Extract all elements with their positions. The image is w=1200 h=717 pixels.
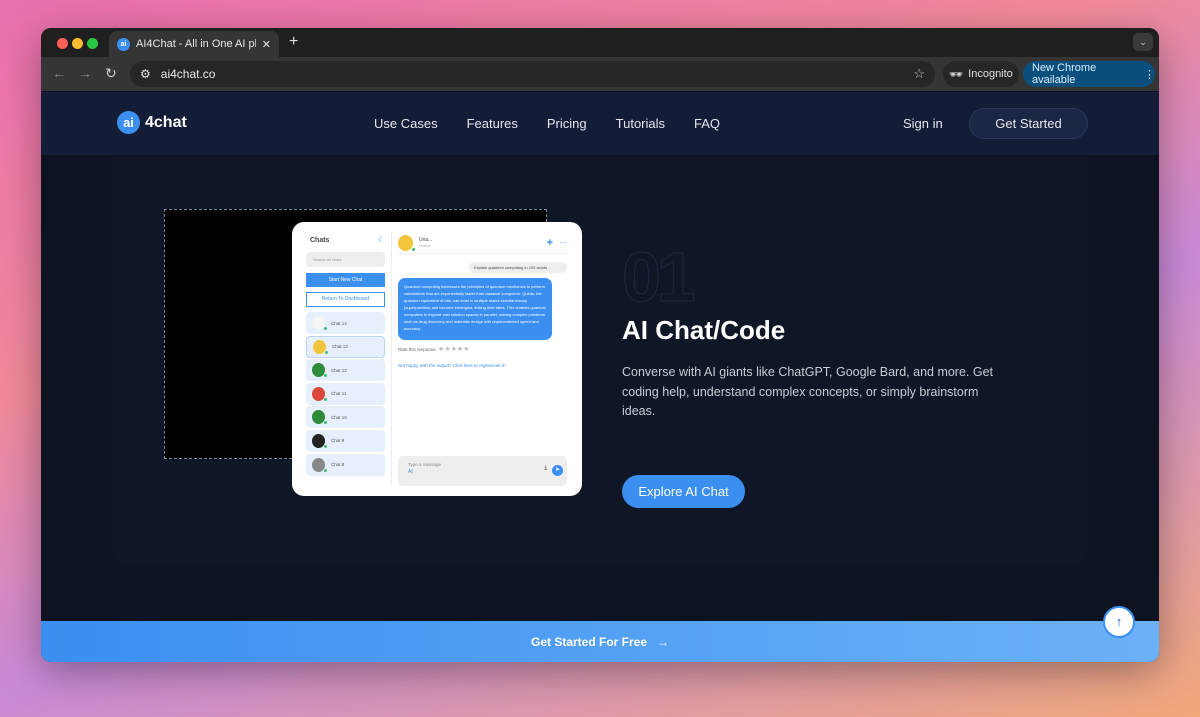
incognito-label: Incognito: [968, 68, 1013, 80]
forward-button[interactable]: →: [78, 65, 92, 81]
chat-label: Chat 11: [331, 391, 347, 397]
chat-label: Chat 14: [331, 320, 347, 326]
star-rating-icons: ★★★★★: [438, 346, 470, 353]
chat-label: Chat 13: [332, 344, 348, 350]
mockup-message-input: Type a message AI ⤓ ➤: [398, 456, 567, 486]
nav-features[interactable]: Features: [467, 116, 518, 131]
mockup-bot-message: Quantum computing harnesses the principl…: [398, 278, 552, 340]
mockup-chat-item: Chat 12: [306, 359, 385, 382]
new-tab-button[interactable]: +: [289, 33, 298, 51]
more-menu-icon[interactable]: ⋮: [1144, 68, 1155, 81]
tab-bar: ai AI4Chat - All in One AI platform ✕ + …: [41, 28, 1159, 57]
logo[interactable]: ai 4chat: [117, 111, 187, 134]
feature-section: Chats ☾ Search all chats Start New Chat …: [41, 155, 1159, 621]
mockup-chat-item: Chat 8: [306, 453, 385, 476]
get-started-free-label: Get Started For Free: [530, 634, 648, 649]
avatar: [312, 316, 327, 330]
incognito-indicator[interactable]: 🕶 Incognito: [943, 61, 1019, 87]
site-navbar: ai 4chat Use Cases Features Pricing Tutor…: [41, 92, 1159, 155]
mockup-regenerate-link: Not happy with the output? Click here to…: [398, 363, 506, 368]
back-button[interactable]: ←: [52, 65, 66, 81]
feature-description: Converse with AI giants like ChatGPT, Go…: [622, 365, 994, 418]
browser-toolbar: ← → ↻ ⚙ ai4chat.co ☆ 🕶 Incognito New Chro…: [41, 57, 1159, 91]
favicon-icon: ai: [117, 37, 130, 51]
avatar: [312, 410, 327, 425]
bookmark-star-icon[interactable]: ☆: [913, 66, 925, 82]
ai-label: AI: [408, 469, 413, 475]
explore-ai-chat-button[interactable]: Explore AI Chat: [622, 475, 745, 508]
nav-use-cases[interactable]: Use Cases: [374, 116, 438, 131]
mockup-rating: Rate this response: ★★★★★: [398, 345, 567, 353]
chat-label: Chat 9: [331, 438, 345, 444]
close-window-button[interactable]: [57, 38, 68, 49]
sign-in-link[interactable]: Sign in: [903, 116, 943, 131]
avatar: [312, 457, 327, 472]
update-chrome-button[interactable]: New Chrome available ⋮: [1023, 61, 1155, 87]
mockup-sidebar: Chats ☾ Search all chats Start New Chat …: [306, 232, 392, 486]
download-icon: ⤓: [544, 465, 547, 471]
app-mockup: Chats ☾ Search all chats Start New Chat …: [292, 222, 582, 496]
site-settings-icon[interactable]: ⚙: [140, 67, 151, 81]
mockup-chat-item: Chat 10: [306, 406, 385, 429]
mockup-user-message: Explain quantum computing in 100 words: [469, 262, 567, 273]
close-tab-icon[interactable]: ✕: [262, 38, 271, 51]
incognito-icon: 🕶: [949, 68, 964, 81]
mockup-chat-item: Chat 11: [306, 382, 385, 405]
url-text: ai4chat.co: [160, 67, 216, 81]
mockup-contact-status: Online: [419, 243, 431, 248]
update-label: New Chrome available: [1032, 62, 1097, 86]
tab-search-button[interactable]: ⌄: [1133, 33, 1153, 51]
chat-label: Chat 8: [331, 462, 345, 468]
avatar: [313, 339, 328, 354]
rate-label: Rate this response:: [398, 347, 437, 352]
logo-badge: ai: [117, 111, 140, 134]
mockup-chat-item: Chat 13: [306, 335, 385, 358]
get-started-free-bar[interactable]: Get Started For Free →: [41, 621, 1159, 662]
browser-window: ai AI4Chat - All in One AI platform ✕ + …: [41, 28, 1159, 662]
avatar: [312, 363, 327, 378]
more-icon: ···: [559, 238, 567, 247]
send-icon: ➤: [552, 465, 563, 476]
mockup-chat-area: Una... Online + ··· Explain quantum compu…: [392, 232, 567, 486]
moon-icon: ☾: [377, 235, 385, 244]
nav-tutorials[interactable]: Tutorials: [616, 116, 665, 131]
avatar: [312, 386, 327, 401]
browser-tab[interactable]: ai AI4Chat - All in One AI platform ✕: [109, 31, 279, 57]
mockup-return-dashboard: Return To Dashboard: [306, 292, 385, 307]
plus-icon: +: [546, 236, 553, 249]
arrow-right-icon: →: [657, 634, 670, 649]
chat-label: Chat 10: [331, 414, 347, 420]
mockup-chat-item: Chat 9: [306, 429, 385, 452]
maximize-window-button[interactable]: [87, 38, 98, 49]
arrow-up-icon: ↑: [1115, 614, 1123, 629]
mockup-start-new-chat: Start New Chat: [306, 273, 385, 287]
mockup-chats-title: Chats: [310, 237, 330, 244]
nav-links: Use Cases Features Pricing Tutorials FAQ: [374, 116, 720, 131]
get-started-button[interactable]: Get Started: [969, 108, 1088, 139]
nav-pricing[interactable]: Pricing: [547, 116, 587, 131]
input-placeholder: Type a message: [408, 462, 442, 467]
mockup-chat-item: Chat 14: [306, 312, 385, 334]
avatar: [398, 234, 415, 251]
mockup-search: Search all chats: [306, 252, 385, 267]
logo-text: 4chat: [145, 113, 187, 131]
minimize-window-button[interactable]: [72, 38, 83, 49]
feature-title: AI Chat/Code: [622, 315, 786, 345]
avatar: [312, 433, 327, 448]
reload-button[interactable]: ↻: [105, 65, 117, 82]
feature-number: 01: [622, 238, 697, 317]
mockup-chat-header: Una... Online + ···: [398, 232, 567, 254]
chat-label: Chat 12: [331, 367, 347, 373]
nav-faq[interactable]: FAQ: [694, 116, 720, 131]
scroll-to-top-button[interactable]: ↑: [1103, 606, 1135, 638]
address-bar[interactable]: ⚙ ai4chat.co ☆: [130, 61, 935, 87]
tab-title: AI4Chat - All in One AI platform: [136, 38, 256, 50]
